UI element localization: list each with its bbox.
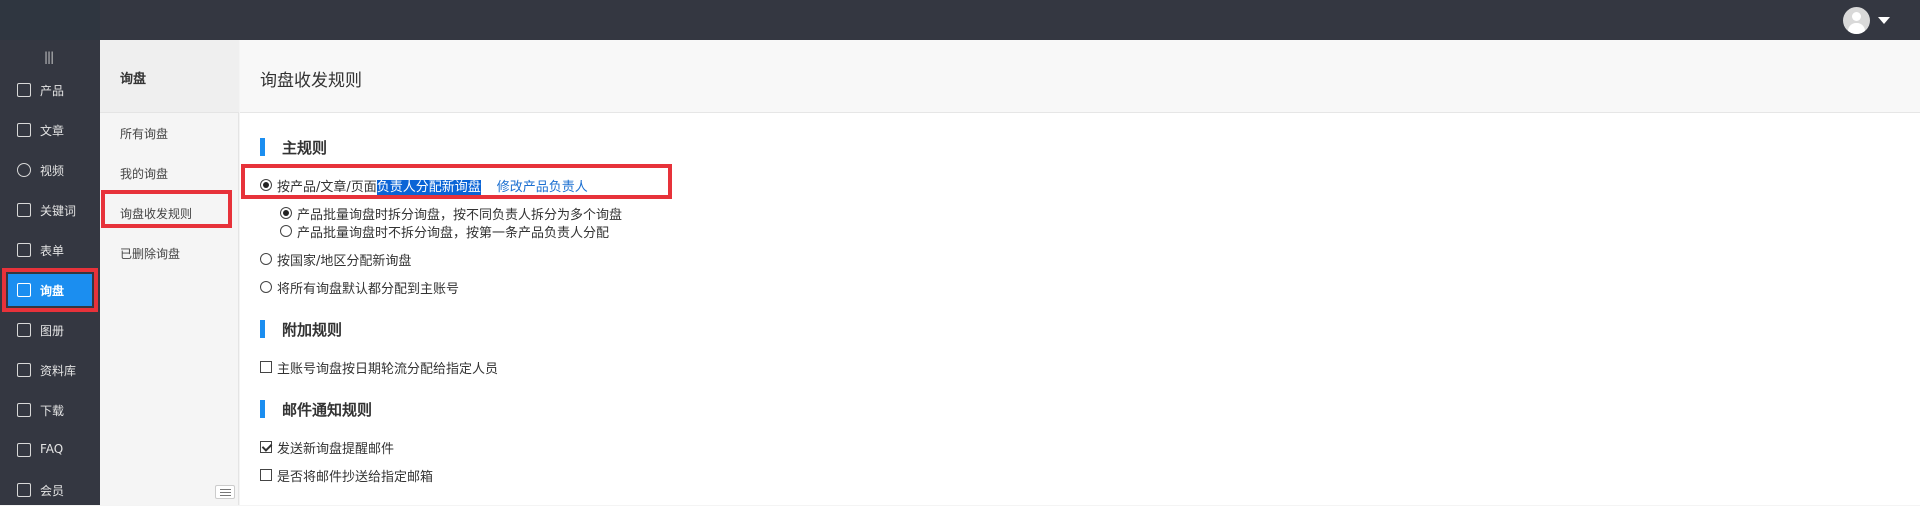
option-label: 产品批量询盘时不拆分询盘，按第一条产品负责人分配 (297, 226, 610, 241)
sidebar-item-label: 下载 (40, 404, 65, 418)
page-title: 询盘收发规则 (260, 71, 362, 91)
section-title-main-rules: 主规则 (260, 137, 327, 157)
sidebar-item-label: 视频 (40, 164, 65, 178)
subnav-title: 询盘 (120, 72, 147, 87)
highlight-box-main-option (241, 164, 672, 199)
sidebar-item-videos[interactable]: 视频 (0, 154, 100, 186)
question-icon (17, 443, 31, 457)
section-title-mail-rules: 邮件通知规则 (260, 399, 372, 419)
sidebar-item-downloads[interactable]: 下载 (0, 394, 100, 426)
sidebar-item-label: 表单 (40, 244, 65, 258)
highlight-box-inquiries (2, 268, 98, 312)
radio-button[interactable] (260, 281, 272, 293)
sidebar-item-label: 关键词 (40, 204, 77, 218)
checkbox[interactable] (260, 441, 272, 453)
radio-button[interactable] (260, 253, 272, 265)
option-label: 主账号询盘按日期轮流分配给指定人员 (277, 362, 499, 377)
clipboard-icon (17, 243, 31, 257)
user-avatar-icon[interactable] (1843, 7, 1870, 34)
sidebar-item-label: 图册 (40, 324, 65, 338)
checkbox[interactable] (260, 469, 272, 481)
sidebar-item-products[interactable]: 产品 (0, 74, 100, 106)
sidebar-item-forms[interactable]: 表单 (0, 234, 100, 266)
sidebar-item-keywords[interactable]: 关键词 (0, 194, 100, 226)
section-title-extra-rules: 附加规则 (260, 319, 342, 339)
sidebar-item-label: 产品 (40, 84, 65, 98)
sidebar-item-label: FAQ (40, 442, 64, 456)
sub-sidebar: 询盘 所有询盘 我的询盘 询盘收发规则 已删除询盘 (100, 40, 239, 505)
logo-area (0, 0, 100, 40)
collapse-sidebar-icon[interactable]: ||| (44, 50, 54, 64)
sidebar-item-gallery[interactable]: 图册 (0, 314, 100, 346)
crown-icon (17, 483, 31, 497)
menu-toggle-icon[interactable] (215, 485, 235, 499)
subnav-item-deleted-inquiries[interactable]: 已删除询盘 (120, 245, 180, 262)
sidebar-item-articles[interactable]: 文章 (0, 114, 100, 146)
sidebar-item-label: 文章 (40, 124, 65, 138)
option-label: 产品批量询盘时拆分询盘，按不同负责人拆分为多个询盘 (297, 208, 623, 223)
gallery-icon (17, 323, 31, 337)
database-icon (17, 363, 31, 377)
subnav-item-my-inquiries[interactable]: 我的询盘 (120, 165, 168, 182)
sidebar-item-members[interactable]: 会员 (0, 474, 100, 506)
sidebar-item-label: 会员 (40, 484, 65, 498)
top-bar (0, 0, 1920, 40)
sidebar-item-faq[interactable]: FAQ (0, 434, 100, 466)
sidebar-item-library[interactable]: 资料库 (0, 354, 100, 386)
radio-button[interactable] (280, 225, 292, 237)
keyword-icon (17, 203, 31, 217)
sidebar-item-label: 资料库 (40, 364, 77, 378)
document-icon (17, 123, 31, 137)
subnav-item-all-inquiries[interactable]: 所有询盘 (120, 125, 168, 142)
radio-button[interactable] (280, 207, 292, 219)
highlight-box-inquiry-rules (101, 190, 232, 228)
play-icon (17, 163, 31, 177)
option-label: 按国家/地区分配新询盘 (277, 254, 412, 269)
main-content: 询盘收发规则 主规则 按产品/文章/页面负责人分配新询盘 修改产品负责人 产品批量… (240, 40, 1920, 505)
grid-icon (17, 83, 31, 97)
option-label: 将所有询盘默认都分配到主账号 (277, 282, 460, 297)
subnav-header: 询盘 (100, 40, 239, 113)
option-label: 是否将邮件抄送给指定邮箱 (277, 470, 434, 485)
option-label: 发送新询盘提醒邮件 (277, 442, 395, 457)
download-icon (17, 403, 31, 417)
checkbox[interactable] (260, 361, 272, 373)
caret-down-icon[interactable] (1878, 17, 1890, 24)
page-header: 询盘收发规则 (240, 40, 1920, 113)
